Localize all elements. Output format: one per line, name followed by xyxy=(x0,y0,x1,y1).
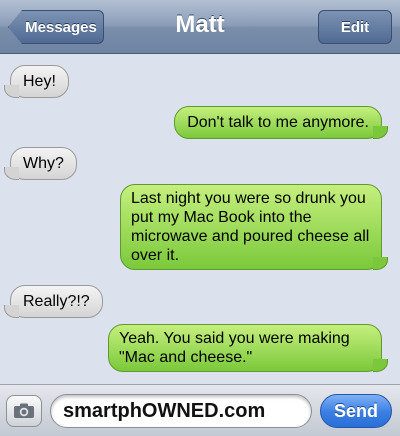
sent-message-bubble: Don't talk to me anymore. xyxy=(174,106,388,139)
edit-button[interactable]: Edit xyxy=(318,10,392,44)
received-message-bubble: Hey! xyxy=(4,65,69,98)
received-message-bubble: Why? xyxy=(4,147,77,180)
message-thread: Hey! Don't talk to me anymore. Why? Last… xyxy=(0,54,400,384)
camera-icon xyxy=(14,403,34,418)
message-input[interactable]: smartphOWNED.com xyxy=(50,394,312,428)
camera-button[interactable] xyxy=(6,395,42,427)
received-message-bubble: Really?!? xyxy=(4,285,103,318)
navigation-bar: Messages Matt Edit xyxy=(0,0,400,54)
sent-message-bubble: Last night you were so drunk you put my … xyxy=(120,184,388,270)
send-button[interactable]: Send xyxy=(320,394,392,428)
message-composer: smartphOWNED.com Send xyxy=(0,384,400,436)
sent-message-bubble: Yeah. You said you were making "Mac and … xyxy=(108,324,388,372)
